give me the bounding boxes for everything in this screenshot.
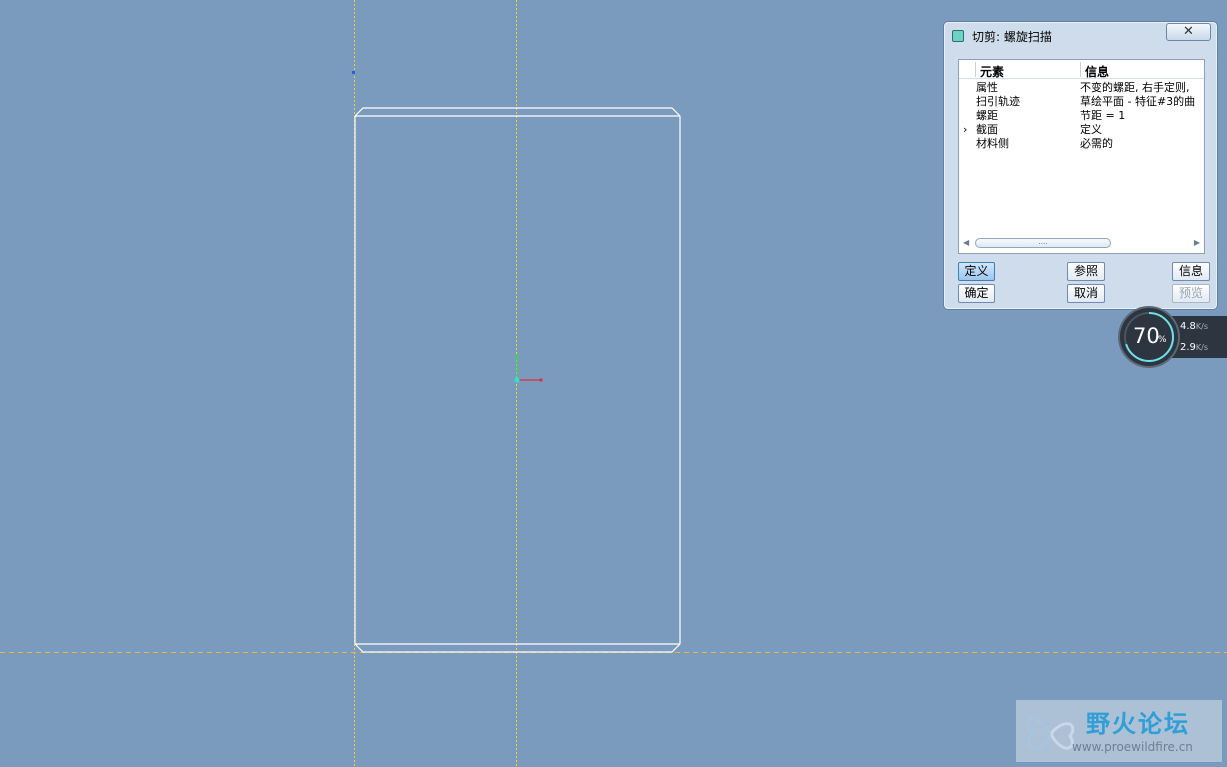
gauge-percent-sign: % — [1158, 335, 1167, 345]
element-info: 节距 = 1 — [1080, 109, 1126, 122]
current-item-marker-icon: › — [963, 123, 968, 136]
element-name: 截面 — [976, 123, 998, 136]
dialog-app-icon — [952, 30, 964, 42]
watermark-title: 野火论坛 — [1086, 710, 1190, 738]
dialog-title: 切剪: 螺旋扫描 — [972, 30, 1052, 44]
element-info: 必需的 — [1080, 137, 1113, 150]
download-speed: 2.9K/s — [1180, 342, 1209, 353]
element-name: 属性 — [976, 81, 998, 94]
column-header-element[interactable]: 元素 — [980, 63, 1004, 80]
list-item[interactable]: 扫引轨迹 草绘平面 - 特征#3的曲 — [959, 95, 1204, 109]
coordinate-system-icon[interactable] — [514, 354, 543, 383]
define-button[interactable]: 定义 — [958, 262, 995, 281]
scrollbar-thumb[interactable]: .... — [975, 238, 1111, 248]
list-item[interactable]: 属性 不变的螺距, 右手定则, — [959, 81, 1204, 95]
column-header-info[interactable]: 信息 — [1085, 63, 1109, 80]
reference-button[interactable]: 参照 — [1067, 262, 1105, 281]
helical-sweep-dialog: 切剪: 螺旋扫描 ✕ 元素 信息 属性 不变的螺距, 右手定则, 扫引轨迹 草绘… — [943, 21, 1218, 310]
info-button[interactable]: 信息 — [1172, 262, 1210, 281]
scroll-right-icon[interactable]: ▶ — [1194, 238, 1200, 247]
element-info: 定义 — [1080, 123, 1102, 136]
list-item[interactable]: 螺距 节距 = 1 — [959, 109, 1204, 123]
watermark-url: www.proewildfire.cn — [1072, 740, 1193, 754]
upload-speed: 4.8K/s — [1180, 321, 1209, 332]
dialog-titlebar[interactable]: 切剪: 螺旋扫描 ✕ — [944, 22, 1217, 48]
forum-watermark: 野火论坛 www.proewildfire.cn — [1016, 700, 1222, 762]
list-item-current[interactable]: › 截面 定义 — [959, 123, 1204, 137]
cancel-button[interactable]: 取消 — [1067, 284, 1105, 303]
column-separator — [975, 62, 976, 77]
list-item[interactable]: 材料侧 必需的 — [959, 137, 1204, 151]
datum-point[interactable] — [352, 71, 355, 74]
element-list: 元素 信息 属性 不变的螺距, 右手定则, 扫引轨迹 草绘平面 - 特征#3的曲… — [958, 59, 1205, 254]
horizontal-scrollbar[interactable]: ◀ .... ▶ — [961, 236, 1202, 251]
element-name: 材料侧 — [976, 137, 1009, 150]
memory-usage-gauge[interactable]: 70 % — [1120, 308, 1178, 366]
ok-button[interactable]: 确定 — [958, 284, 995, 303]
close-icon: ✕ — [1183, 24, 1194, 39]
element-name: 扫引轨迹 — [976, 95, 1020, 108]
scroll-left-icon[interactable]: ◀ — [963, 238, 969, 247]
close-button[interactable]: ✕ — [1166, 23, 1211, 41]
element-info: 草绘平面 - 特征#3的曲 — [1080, 95, 1196, 108]
butterfly-logo-icon — [1026, 717, 1075, 750]
element-name: 螺距 — [976, 109, 998, 122]
list-header: 元素 信息 — [959, 60, 1204, 79]
column-separator — [1080, 62, 1081, 77]
preview-button[interactable]: 预览 — [1172, 284, 1210, 303]
gauge-percent: 70 — [1133, 324, 1160, 348]
element-info: 不变的螺距, 右手定则, — [1080, 81, 1190, 94]
